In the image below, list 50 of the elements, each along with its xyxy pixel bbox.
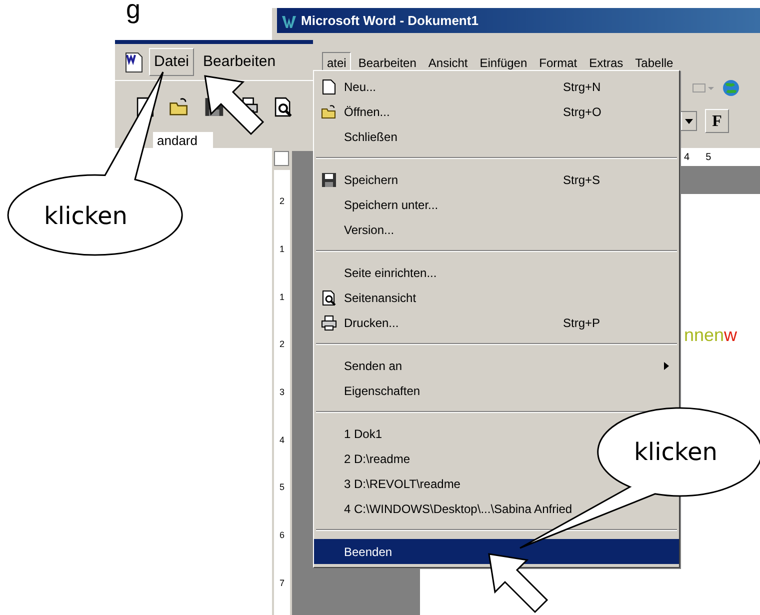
heading-text: g bbox=[126, 0, 140, 22]
ruler-number: 6 bbox=[279, 530, 284, 540]
menu-bar-item[interactable]: Datei bbox=[149, 48, 194, 76]
menu-bar-item[interactable]: Format bbox=[534, 52, 582, 74]
menu-item[interactable]: Neu... Strg+N bbox=[314, 74, 679, 99]
bold-button[interactable]: F bbox=[705, 109, 729, 133]
ruler-number: 1 bbox=[279, 244, 284, 254]
page-magnifier-icon bbox=[272, 94, 294, 118]
ruler-number: 4 bbox=[279, 436, 284, 445]
menu-item[interactable]: Seitenansicht bbox=[314, 285, 679, 310]
ruler-number: 4 bbox=[684, 150, 690, 164]
printer-icon bbox=[321, 314, 337, 330]
menu-bar-item[interactable]: Bearbeiten bbox=[198, 48, 281, 76]
ruler-number: 2 bbox=[279, 197, 284, 206]
menu-item[interactable]: Speichern Strg+S bbox=[314, 167, 679, 192]
menu-bar-item[interactable]: Ansicht bbox=[423, 52, 473, 74]
menu-item[interactable]: 4 C:\WINDOWS\Desktop\...\Sabina Anfried bbox=[314, 496, 679, 521]
menu-item[interactable]: Schließen bbox=[314, 124, 679, 149]
caret-icon bbox=[685, 118, 693, 124]
globe-icon bbox=[722, 79, 740, 97]
ruler-number: 7 bbox=[279, 578, 284, 588]
menu-item[interactable]: Eigenschaften bbox=[314, 378, 679, 403]
new-page-icon bbox=[321, 78, 337, 94]
ruler-number: 5 bbox=[706, 150, 712, 164]
style-field[interactable]: andard bbox=[153, 132, 213, 148]
document-icon bbox=[123, 51, 145, 73]
ruler-number: 1 bbox=[279, 292, 284, 302]
menu-item[interactable]: Seite einrichten... bbox=[314, 260, 679, 285]
window-title: Microsoft Word - Dokument1 bbox=[301, 12, 478, 30]
folder-icon bbox=[321, 104, 337, 120]
menu-item[interactable]: Beenden bbox=[314, 539, 679, 564]
document-text: nnen bbox=[684, 324, 724, 347]
ruler-number: 5 bbox=[279, 483, 284, 492]
menu-bar-item[interactable]: Einfügen bbox=[474, 52, 532, 74]
ruler-number: 3 bbox=[279, 388, 284, 397]
callout-label: klicken bbox=[44, 201, 128, 232]
mail-icon bbox=[692, 81, 714, 95]
document-text: w bbox=[724, 324, 738, 347]
menu-bar-item[interactable]: Extras bbox=[584, 52, 628, 74]
menu-item[interactable]: Drucken... Strg+P bbox=[314, 310, 679, 335]
page-magnifier-icon bbox=[321, 290, 337, 306]
menu-item[interactable]: Senden an bbox=[314, 353, 679, 378]
ruler-number: 2 bbox=[279, 340, 284, 350]
callout-label: klicken bbox=[634, 437, 718, 468]
menu-bar-item[interactable]: Bearbeiten bbox=[353, 52, 422, 74]
menu-bar-item[interactable]: Tabelle bbox=[630, 52, 678, 74]
tab-selector-button[interactable] bbox=[274, 151, 289, 166]
menu-item[interactable]: Speichern unter... bbox=[314, 192, 679, 217]
menu-item[interactable]: Version... bbox=[314, 217, 679, 242]
menu-item[interactable]: Öffnen... Strg+O bbox=[314, 99, 679, 124]
